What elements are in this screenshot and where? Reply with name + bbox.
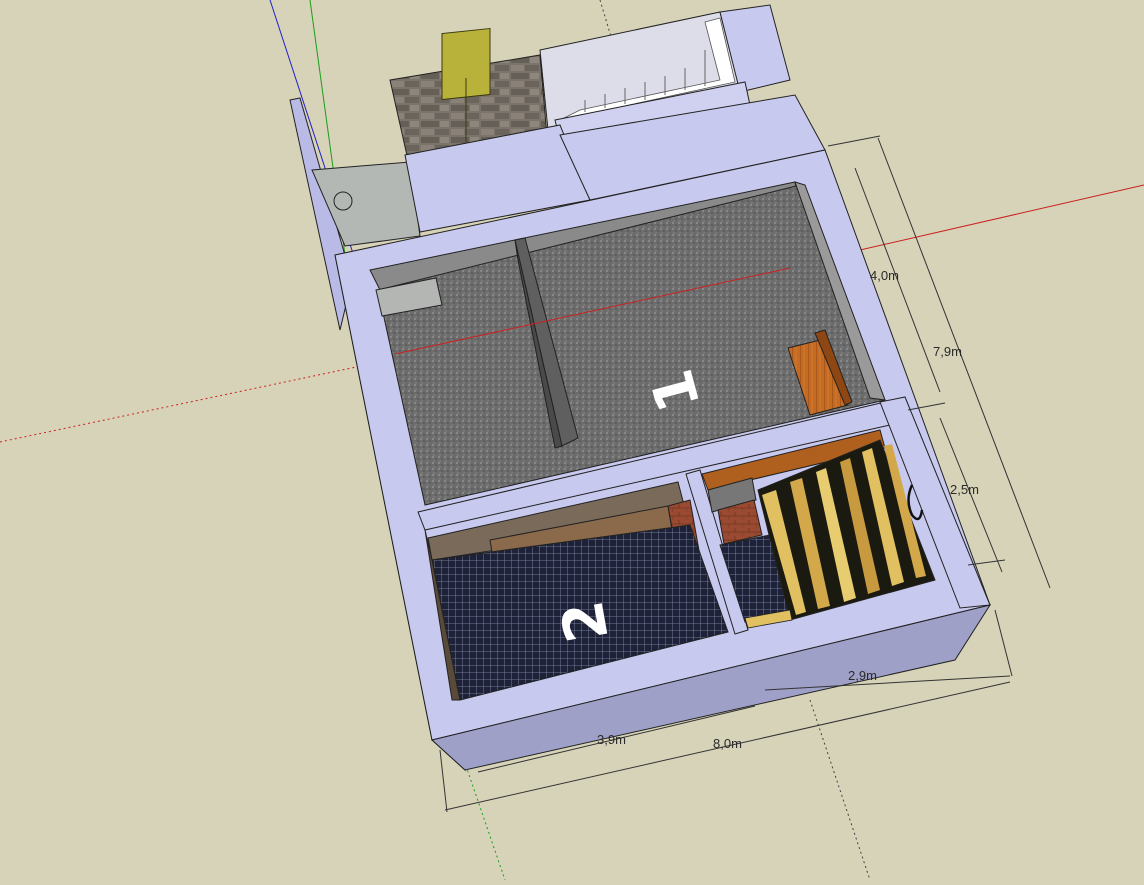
- dim-8-0: 8,0m: [713, 736, 742, 751]
- dim-2-9: 2,9m: [848, 668, 877, 683]
- dim-4-0: 4,0m: [870, 268, 899, 283]
- dim-2-5: 2,5m: [950, 482, 979, 497]
- blue-axis: [269, 0, 366, 291]
- black-guide-dotted-bottom: [809, 699, 871, 881]
- sketchup-viewport[interactable]: 1 2 4,0m 7,9m 2,5m 2,9m 3,9m 8,0m: [0, 0, 1144, 881]
- red-axis: [859, 184, 1144, 251]
- red-axis-dotted: [0, 361, 381, 443]
- black-guide-dotted: [599, 0, 613, 41]
- dim-3-9: 3,9m: [597, 732, 626, 747]
- model-canvas[interactable]: 1 2 4,0m 7,9m 2,5m 2,9m 3,9m 8,0m: [0, 0, 1144, 881]
- dim-7-9: 7,9m: [933, 344, 962, 359]
